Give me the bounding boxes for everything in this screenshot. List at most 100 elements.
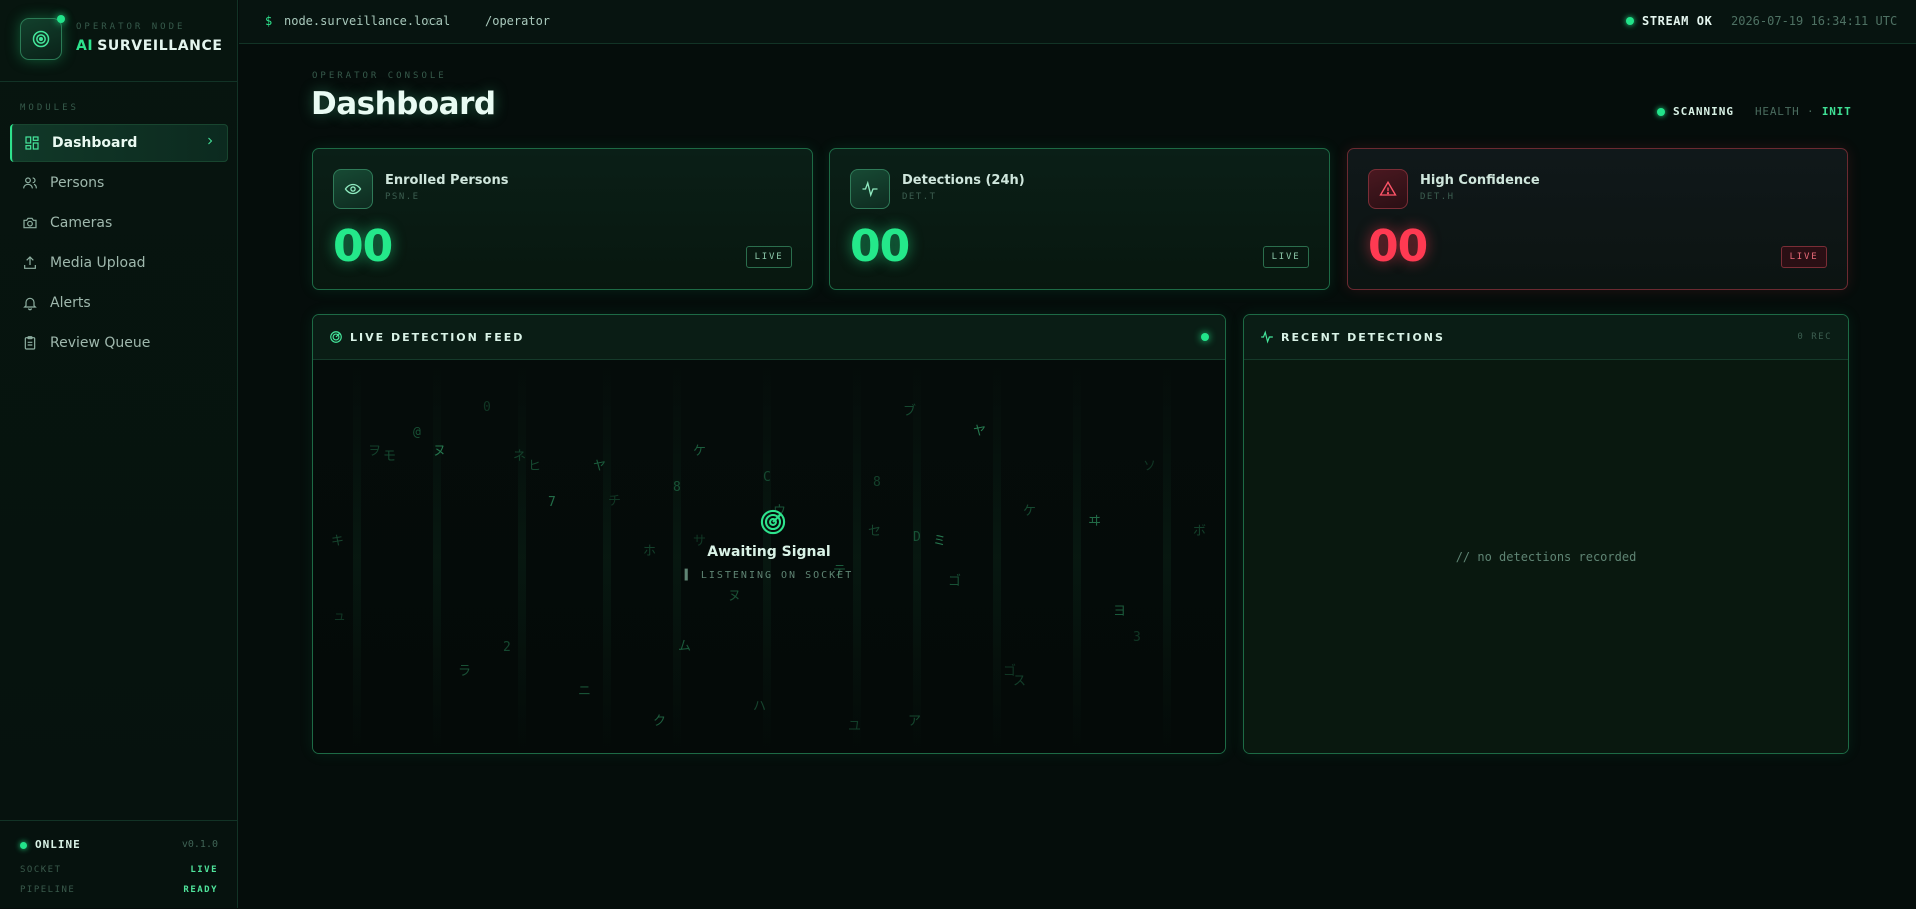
panel-title: RECENT DETECTIONS [1281,331,1445,344]
matrix-glyph: ニ [578,684,592,699]
matrix-glyph: 0 [483,400,491,415]
card-code: DET.H [1420,192,1455,202]
matrix-glyph: ヰ [1088,514,1102,529]
matrix-glyph: ヌ [728,589,742,604]
matrix-glyph: セ [868,524,882,539]
record-count: 0 REC [1797,332,1832,342]
online-status-dot [20,842,27,849]
matrix-glyph: ュ [333,609,347,624]
card-value: 00 [1368,221,1428,272]
matrix-glyph: 7 [548,495,556,510]
sidebar-item-media-upload[interactable]: Media Upload [10,244,228,282]
stream-status: STREAM OK [1642,14,1713,28]
stat-card-high-confidence: High Confidence DET.H 00 LIVE [1347,148,1848,290]
matrix-glyph: ゴ [1003,664,1017,679]
path-separator: :: [425,14,440,28]
sidebar: OPERATOR NODE AI SURVEILLANCE MODULES Das… [0,0,238,908]
matrix-glyph: モ [383,449,397,464]
sidebar-item-label: Alerts [50,295,91,311]
detections-list: // no detections recorded [1244,360,1848,753]
recent-detections-panel: RECENT DETECTIONS 0 REC // no detections… [1243,314,1849,754]
card-value: 00 [333,221,393,272]
sidebar-footer: ONLINE v0.1.0 SOCKET LIVE PIPELINE READY [0,820,238,909]
live-badge: LIVE [1781,246,1827,268]
sidebar-item-label: Persons [50,175,105,191]
health-status: HEALTH · INIT [1755,105,1852,118]
chevron-right-icon [204,135,216,151]
matrix-glyph: ラ [458,664,472,679]
page-title: Dashboard [311,86,496,122]
scan-status: SCANNING [1673,105,1734,118]
scan-status-dot [1657,108,1665,116]
bell-icon [22,295,38,311]
dashboard-icon [24,135,40,151]
activity-icon [1261,330,1273,344]
eye-icon [333,169,373,209]
matrix-glyph: @ [413,425,421,440]
card-title: High Confidence [1420,173,1540,188]
live-badge: LIVE [746,246,792,268]
brand: OPERATOR NODE AI SURVEILLANCE [0,0,238,82]
live-badge: LIVE [1263,246,1309,268]
awaiting-signal-title: Awaiting Signal [707,544,831,560]
pipeline-value: READY [183,885,218,895]
brand-status-dot [57,15,65,23]
camera-icon [22,215,38,231]
version-label: v0.1.0 [181,839,218,850]
stat-card-enrolled-persons: Enrolled Persons PSN.E 00 LIVE [312,148,813,290]
stream-status-dot [1626,17,1634,25]
feed-status-dot [1201,333,1209,341]
topbar: $ node.surveillance.local :: /operator S… [239,0,1916,44]
brand-title: AI SURVEILLANCE [76,38,223,54]
sidebar-item-dashboard[interactable]: Dashboard [10,124,228,162]
card-title: Detections (24h) [902,173,1025,188]
sidebar-item-cameras[interactable]: Cameras [10,204,228,242]
matrix-glyph: ボ [1193,524,1207,539]
alert-triangle-icon [1368,169,1408,209]
radar-icon [760,509,786,535]
sidebar-nav: Dashboard Persons Cameras Media Upload A… [10,124,228,364]
listening-status: ▌ LISTENING ON SOCKET [684,570,854,581]
clipboard-icon [22,335,38,351]
card-title: Enrolled Persons [385,173,509,188]
empty-state-message: // no detections recorded [1455,550,1637,564]
prompt-symbol: $ [265,14,273,28]
current-path: /operator [485,14,551,28]
matrix-glyph: ク [653,714,667,729]
radar-icon [32,30,50,48]
matrix-glyph: ヒ [528,459,542,474]
console-label: OPERATOR CONSOLE [312,71,447,81]
matrix-glyph: 3 [1133,630,1141,645]
matrix-glyph: 8 [873,475,881,490]
matrix-glyph: 2 [503,640,511,655]
brand-title-accent: AI [76,38,94,54]
activity-icon [850,169,890,209]
pipeline-label: PIPELINE [20,885,76,895]
panel-header: RECENT DETECTIONS 0 REC [1244,315,1848,360]
card-value: 00 [850,221,910,272]
matrix-glyph: ヤ [973,424,987,439]
health-label: HEALTH · [1755,105,1815,118]
matrix-glyph: ケ [1023,504,1037,519]
sidebar-item-label: Media Upload [50,255,146,271]
socket-label: SOCKET [20,865,62,875]
timestamp: 2026-07-19 16:34:11 UTC [1731,14,1898,28]
sidebar-item-review-queue[interactable]: Review Queue [10,324,228,362]
sidebar-item-alerts[interactable]: Alerts [10,284,228,322]
stat-card-detections: Detections (24h) DET.T 00 LIVE [829,148,1330,290]
matrix-glyph: ヲ [368,444,382,459]
matrix-glyph: ケ [693,444,707,459]
online-status: ONLINE [35,838,81,851]
matrix-glyph: ソ [1143,459,1157,474]
sidebar-item-label: Review Queue [50,335,151,351]
panel-header: LIVE DETECTION FEED [313,315,1225,360]
brand-logo[interactable] [20,15,65,60]
video-feed[interactable]: ソヤゴブユハムニ2ラュボ3ヨヰケスゴミDア8セテウCヌサケ8クホチヤ7ヒネ0ヌ@… [313,360,1225,753]
upload-icon [22,255,38,271]
sidebar-item-label: Cameras [50,215,113,231]
brand-subtitle: OPERATOR NODE [76,22,186,32]
brand-title-text: SURVEILLANCE [97,38,223,54]
socket-value: LIVE [190,865,218,875]
sidebar-item-persons[interactable]: Persons [10,164,228,202]
live-detection-feed-panel: LIVE DETECTION FEED ソヤゴブユハムニ2ラュボ3ヨヰケスゴミD… [312,314,1226,754]
